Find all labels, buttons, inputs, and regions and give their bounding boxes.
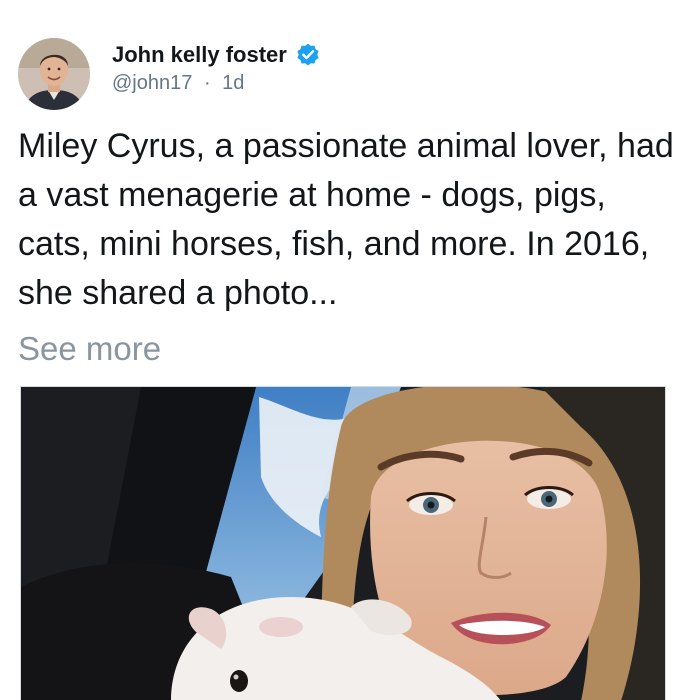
author-display-name[interactable]: John kelly foster bbox=[112, 42, 287, 68]
author-meta-row: @john17 · 1d bbox=[112, 72, 321, 95]
tweet-card: John kelly foster @john17 · 1d Miley Cyr… bbox=[0, 0, 700, 700]
author-info: John kelly foster @john17 · 1d bbox=[112, 40, 321, 95]
author-handle[interactable]: @john17 bbox=[112, 72, 192, 94]
post-timestamp[interactable]: 1d bbox=[222, 72, 244, 94]
meta-separator: · bbox=[203, 72, 211, 94]
verified-badge-icon bbox=[297, 43, 319, 66]
post-text: Miley Cyrus, a passionate animal lover, … bbox=[18, 127, 674, 312]
see-more-link[interactable]: See more bbox=[18, 324, 161, 373]
avatar-photo-icon bbox=[18, 38, 90, 110]
author-avatar[interactable] bbox=[18, 38, 90, 110]
post-media[interactable] bbox=[20, 386, 666, 700]
selfie-with-dog-photo-icon bbox=[21, 387, 665, 700]
author-name-row: John kelly foster bbox=[112, 40, 321, 70]
